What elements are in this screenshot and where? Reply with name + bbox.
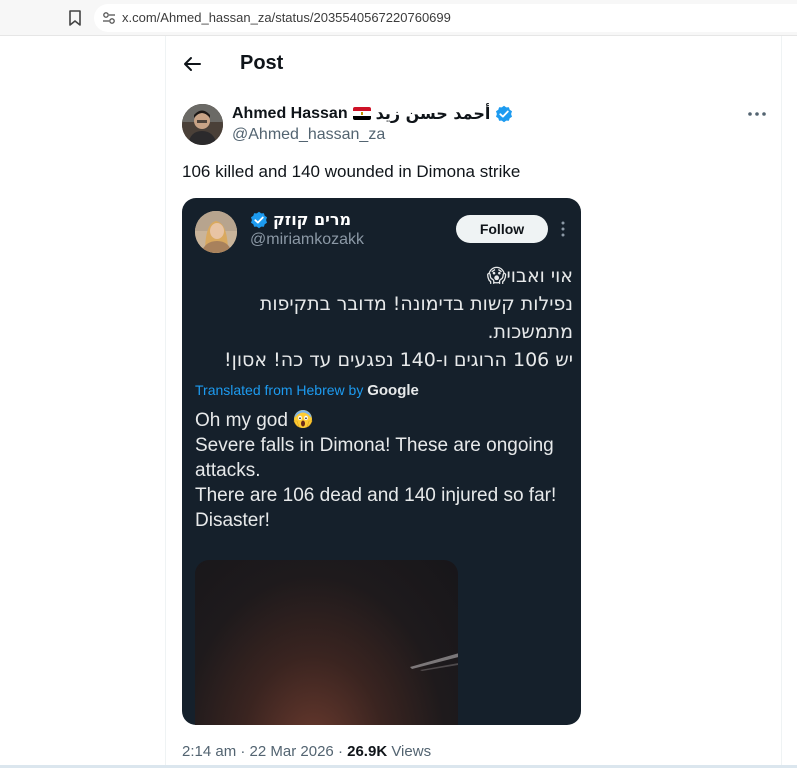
post-meta: 2:14 am · 22 Mar 2026 · 26.9K Views <box>182 743 431 760</box>
follow-button: Follow <box>456 215 548 243</box>
egypt-flag-icon <box>352 107 371 120</box>
embedded-post-image[interactable]: מרים קוזק @miriamkozakk Follow אוי ואבוי… <box>182 198 581 725</box>
site-settings-icon[interactable] <box>102 11 116 25</box>
views-label: Views <box>391 743 432 760</box>
quoted-verified-badge-icon <box>251 211 267 228</box>
verified-badge-icon <box>496 105 513 122</box>
author-name[interactable]: Ahmed Hassan أحمد حسن زيد <box>232 104 513 123</box>
quoted-author-display-name: מרים קוזק <box>273 210 352 229</box>
meta-separator: · <box>337 743 343 760</box>
author-avatar[interactable] <box>182 104 223 145</box>
quoted-author-handle: @miriamkozakk <box>250 231 365 248</box>
translated-label: Translated from Hebrew by <box>195 382 364 398</box>
post-time[interactable]: 2:14 am <box>182 743 236 760</box>
english-line: Oh my god <box>195 410 288 431</box>
quoted-media-thumbnail <box>195 560 458 725</box>
quoted-author-name: מרים קוזק <box>250 210 351 229</box>
author-arabic-name[interactable]: أحمد حسن زيد <box>376 104 491 123</box>
author-handle[interactable]: @Ahmed_hassan_za <box>232 126 385 144</box>
screaming-face-emoji-icon <box>293 410 313 428</box>
quoted-author-avatar <box>195 211 237 253</box>
quoted-translated-text: Oh my god Severe falls in Dimona! These … <box>195 408 573 533</box>
hebrew-line: נפילות קשות בדימונה! מדובר בתקיפות <box>259 293 573 315</box>
more-options-icon[interactable] <box>747 110 767 118</box>
browser-toolbar: x.com/Ahmed_hassan_za/status/20355405672… <box>0 0 797 36</box>
column-divider-left <box>165 36 166 768</box>
quoted-more-options-icon <box>561 221 565 237</box>
views-count: 26.9K <box>347 743 388 760</box>
bookmark-icon[interactable] <box>68 10 82 26</box>
hebrew-line: יש 106 הרוגים ו-140 נפגעים עד כה! אסון! <box>224 349 573 371</box>
meta-separator: · <box>240 743 246 760</box>
english-line: There are 106 dead and 140 injured so fa… <box>195 485 557 531</box>
hebrew-line: אוי ואבוי😱 <box>486 265 573 287</box>
english-line: Severe falls in Dimona! These are ongoin… <box>195 435 554 481</box>
page-title: Post <box>240 52 284 74</box>
quoted-hebrew-text: אוי ואבוי😱 נפילות קשות בדימונה! מדובר בת… <box>195 262 573 374</box>
address-bar[interactable]: x.com/Ahmed_hassan_za/status/20355405672… <box>94 4 797 32</box>
back-arrow-icon[interactable] <box>182 54 202 74</box>
tweet-text: 106 killed and 140 wounded in Dimona str… <box>182 162 521 181</box>
light-streak-graphic <box>410 653 458 671</box>
translation-attribution: Translated from Hebrew by Google <box>195 382 419 399</box>
author-display-name[interactable]: Ahmed Hassan <box>232 105 348 123</box>
google-logo-text: Google <box>367 382 419 399</box>
column-divider-right <box>781 36 782 768</box>
hebrew-line: מתמשכות. <box>487 321 573 343</box>
url-text[interactable]: x.com/Ahmed_hassan_za/status/20355405672… <box>122 10 451 25</box>
post-date[interactable]: 22 Mar 2026 <box>250 743 334 760</box>
